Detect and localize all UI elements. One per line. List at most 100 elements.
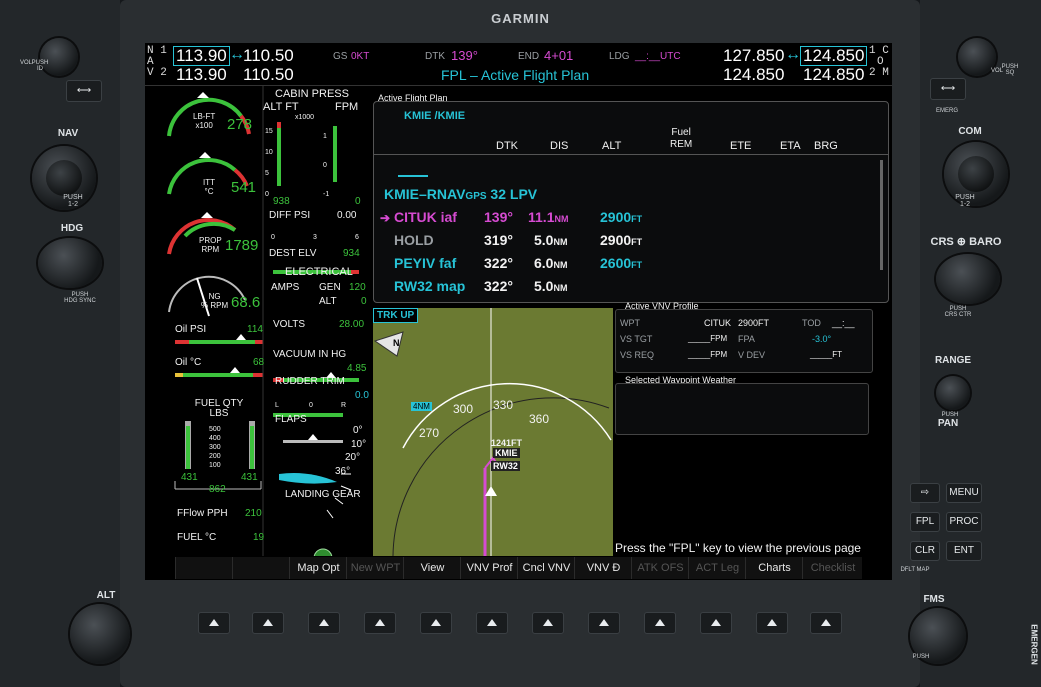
dflt-map-label: DFLT MAP — [900, 567, 930, 573]
softkey-button-11[interactable] — [756, 612, 788, 634]
landing-gear-title: LANDING GEAR — [285, 489, 361, 500]
ng-label: NG % RPM — [201, 292, 229, 310]
softkey-2[interactable] — [232, 557, 290, 579]
menu-button[interactable]: MENU — [946, 483, 982, 503]
softkey-button-9[interactable] — [644, 612, 676, 634]
map-airport-label[interactable]: KMIE — [493, 448, 520, 458]
softkey-view[interactable]: View — [403, 557, 461, 579]
map-range-label: 4NM — [411, 402, 432, 411]
trk-up-label[interactable]: TRK UP — [373, 308, 419, 323]
fuel-qty-label: FUEL QTY LBS — [194, 398, 244, 419]
mfd-screen: N 1 A V 2 113.90 ↔ 110.50 113.90 110.50 … — [145, 43, 892, 580]
emerg-label: EMERG — [935, 108, 958, 114]
crs-baro-label: CRS ⊕ BARO — [930, 236, 1002, 248]
softkey-1[interactable] — [175, 557, 233, 579]
direct-to-button[interactable]: ⇨ — [910, 483, 940, 503]
vnv-fpa-label: FPA — [738, 334, 755, 344]
col-dtk: DTK — [496, 140, 518, 152]
fpl-row-peyiv[interactable]: PEYIV faf — [394, 255, 456, 271]
softkey-button-4[interactable] — [364, 612, 396, 634]
col-dis: DIS — [550, 140, 569, 152]
ldg-value: __:__UTC — [635, 51, 681, 62]
cabin-rate-1: 1 — [323, 133, 327, 140]
fpl-scrollbar[interactable] — [880, 160, 883, 270]
com2-standby-freq[interactable]: 124.850 — [723, 65, 784, 85]
softkey-button-8[interactable] — [588, 612, 620, 634]
com-label: COM — [958, 126, 982, 137]
hdg-knob[interactable] — [38, 238, 102, 288]
cabin-scale-0: 0 — [265, 191, 269, 198]
fpl-row-active[interactable]: ➔ CITUK iaf — [380, 209, 457, 225]
fpl-row-hold[interactable]: HOLD — [394, 232, 434, 248]
fflow-value: 210 — [245, 508, 262, 519]
com1-active-freq[interactable]: 124.850 — [800, 46, 868, 66]
moving-map[interactable]: TRK UP N 4NM 270 300 330 360 1241FT KMIE… — [373, 308, 613, 556]
softkey-atk-ofs[interactable]: ATK OFS — [631, 557, 689, 579]
row1-dis-unit: NM — [553, 237, 568, 247]
softkey-button-10[interactable] — [700, 612, 732, 634]
vnv-fpa-value: -3.0° — [812, 334, 832, 344]
push-crs-ctr-label: PUSH CRS CTR — [944, 306, 972, 318]
nav1-active-freq[interactable]: 113.90 — [173, 46, 230, 66]
softkey-button-5[interactable] — [420, 612, 452, 634]
fpl-row-rw32[interactable]: RW32 map — [394, 278, 465, 294]
procedure-name: KMIE–RNAV — [384, 186, 466, 202]
row1-alt-unit: FT — [631, 237, 643, 247]
nav-knob-inner[interactable] — [46, 160, 82, 196]
engine-indication-system: LB-FT x100 278 ITT °C 541 PROP RPM 1789 … — [145, 86, 373, 556]
nav1-standby-freq[interactable]: 110.50 — [243, 46, 294, 66]
vnv-vs-tgt-value: _____FPM — [688, 334, 728, 343]
row2-dis-value: 6.0 — [534, 255, 554, 271]
push-12-com-label: PUSH 1-2 — [955, 194, 975, 208]
softkey-charts[interactable]: Charts — [745, 557, 803, 579]
col-ete: ETE — [730, 140, 752, 152]
cabin-press-title: CABIN PRESS — [275, 88, 349, 100]
softkey-vnv-direct[interactable]: VNV Đ — [574, 557, 632, 579]
crs-baro-knob[interactable] — [936, 254, 1000, 304]
softkey-vnv-prof[interactable]: VNV Prof — [460, 557, 518, 579]
fuel-c-value: 19 — [253, 532, 265, 543]
rudder-trim-label: RUDDER TRIM — [275, 376, 345, 387]
range-joystick[interactable] — [936, 376, 970, 410]
softkey-button-3[interactable] — [308, 612, 340, 634]
rudder-scale-r: R — [341, 402, 347, 409]
softkey-button-12[interactable] — [810, 612, 842, 634]
map-elevation: 1241FT — [491, 438, 523, 448]
map-runway-label[interactable]: RW32 — [491, 461, 520, 471]
softkey-cncl-vnv[interactable]: Cncl VNV — [517, 557, 575, 579]
com2-active-freq[interactable]: 124.850 — [803, 65, 864, 85]
right-bezel — [920, 0, 1041, 687]
row1-alt: 2900FT — [600, 232, 642, 248]
cabin-alt-ft-label: ALT FT — [263, 101, 299, 113]
softkey-act-leg[interactable]: ACT Leg — [688, 557, 746, 579]
softkey-button-7[interactable] — [532, 612, 564, 634]
softkey-checklist[interactable]: Checklist — [802, 557, 863, 579]
softkey-button-6[interactable] — [476, 612, 508, 634]
diff-psi-value: 0.00 — [337, 210, 357, 221]
alt-knob[interactable] — [70, 604, 130, 664]
nav2-standby-freq[interactable]: 110.50 — [243, 65, 294, 85]
softkey-button-1[interactable] — [198, 612, 230, 634]
oil-psi-label: Oil PSI — [175, 324, 207, 335]
cabin-rate-scale: 1 0 -1 — [323, 122, 329, 209]
row0-dis-value: 11.1 — [528, 209, 555, 225]
ent-button[interactable]: ENT — [946, 541, 982, 561]
fpl-button[interactable]: FPL — [910, 512, 940, 532]
proc-button[interactable]: PROC — [946, 512, 982, 532]
fpl-route: KMIE /KMIE — [404, 110, 466, 122]
softkey-new-wpt[interactable]: New WPT — [346, 557, 404, 579]
clr-button[interactable]: CLR — [910, 541, 940, 561]
row3-dis-unit: NM — [553, 283, 568, 293]
com1-standby-freq[interactable]: 127.850 — [723, 46, 784, 66]
col-alt: ALT — [602, 140, 622, 152]
fuel-c-label: FUEL °C — [177, 532, 217, 543]
selected-waypoint-weather — [615, 383, 869, 435]
nav-label: NAV — [57, 128, 79, 139]
nav-swap-button[interactable]: ⟷ — [66, 80, 102, 102]
row3-dis-value: 5.0 — [534, 278, 554, 294]
com-swap-button[interactable]: ⟷ — [930, 78, 966, 100]
com-knob-inner[interactable] — [958, 156, 994, 192]
nav2-active-freq[interactable]: 113.90 — [176, 65, 227, 85]
softkey-button-2[interactable] — [252, 612, 284, 634]
softkey-map-opt[interactable]: Map Opt — [289, 557, 347, 579]
